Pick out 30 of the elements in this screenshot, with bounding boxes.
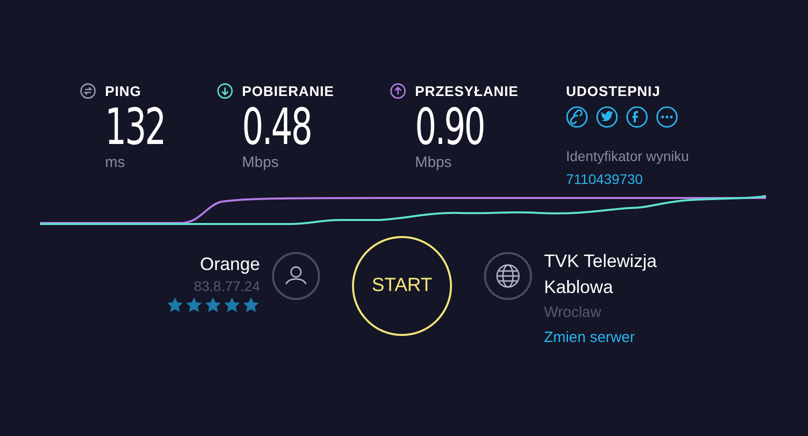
bird-icon[interactable] — [596, 106, 618, 128]
metric-label: PRZESYŁANIE — [415, 82, 519, 100]
ping-icon — [80, 83, 96, 99]
start-button[interactable]: START — [352, 236, 452, 336]
link-icon[interactable] — [566, 106, 588, 128]
star-icon — [242, 296, 260, 314]
share-title: UDOSTEPNIJ — [566, 82, 662, 101]
globe-icon — [484, 252, 532, 300]
metric-unit: Mbps — [415, 153, 452, 173]
ip-address: 83.8.77.24 — [194, 277, 260, 296]
result-id-label: Identyfikator wyniku — [566, 147, 689, 166]
star-icon — [223, 296, 241, 314]
user-icon — [272, 252, 320, 300]
star-icon — [185, 296, 203, 314]
change-server-link[interactable]: Zmien serwer — [544, 326, 635, 349]
star-icon — [204, 296, 222, 314]
server-city: Wroclaw — [544, 303, 602, 323]
result-id-link[interactable]: 7110439730 — [566, 169, 643, 190]
isp-name: Orange — [200, 253, 260, 276]
server-name: TVK Telewizja Kablowa — [544, 250, 658, 299]
metric-unit: Mbps — [242, 153, 279, 173]
star-icon — [166, 296, 184, 314]
metric-label: POBIERANIE — [242, 82, 334, 100]
metric-unit: ms — [105, 153, 125, 173]
metric-label: PING — [105, 82, 142, 100]
metric-value: 0.48 — [242, 102, 312, 152]
metric-value: 0.90 — [415, 102, 484, 152]
facebook-icon[interactable] — [626, 106, 648, 128]
metric-value: 132 — [105, 102, 165, 152]
more-icon[interactable] — [656, 106, 678, 128]
